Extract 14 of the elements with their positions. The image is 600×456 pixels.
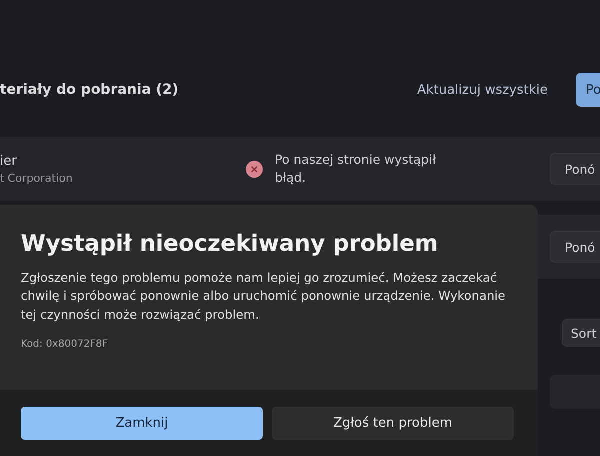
section-title: teriały do pobrania (2) bbox=[0, 82, 180, 98]
publisher-name: t Corporation bbox=[0, 172, 73, 184]
retry-button[interactable]: Ponó bbox=[550, 231, 600, 263]
report-button[interactable]: Zgłoś ten problem bbox=[272, 406, 514, 440]
dialog-title: Wystąpił nieoczekiwany problem bbox=[21, 231, 440, 257]
error-code: Kod: 0x80072F8F bbox=[21, 338, 110, 350]
error-icon bbox=[246, 160, 263, 178]
update-all-button[interactable]: Aktualizuj wszystkie bbox=[411, 78, 554, 102]
sort-button[interactable]: Sort bbox=[562, 319, 600, 347]
error-message: Po naszej stronie wystąpił błąd. bbox=[275, 150, 438, 187]
close-button[interactable]: Zamknij bbox=[21, 406, 263, 440]
dialog-message: Zgłoszenie tego problemu pomoże nam lepiej go zrozumieć. Możesz zaczekać chwilę i spróbować ponownie albo uruchomić ponownie urządzenie. Wykonanie tej czynności może rozwiązać problem. bbox=[21, 270, 507, 324]
app-name: ier bbox=[0, 154, 17, 168]
retry-button[interactable]: Ponó bbox=[550, 153, 600, 185]
